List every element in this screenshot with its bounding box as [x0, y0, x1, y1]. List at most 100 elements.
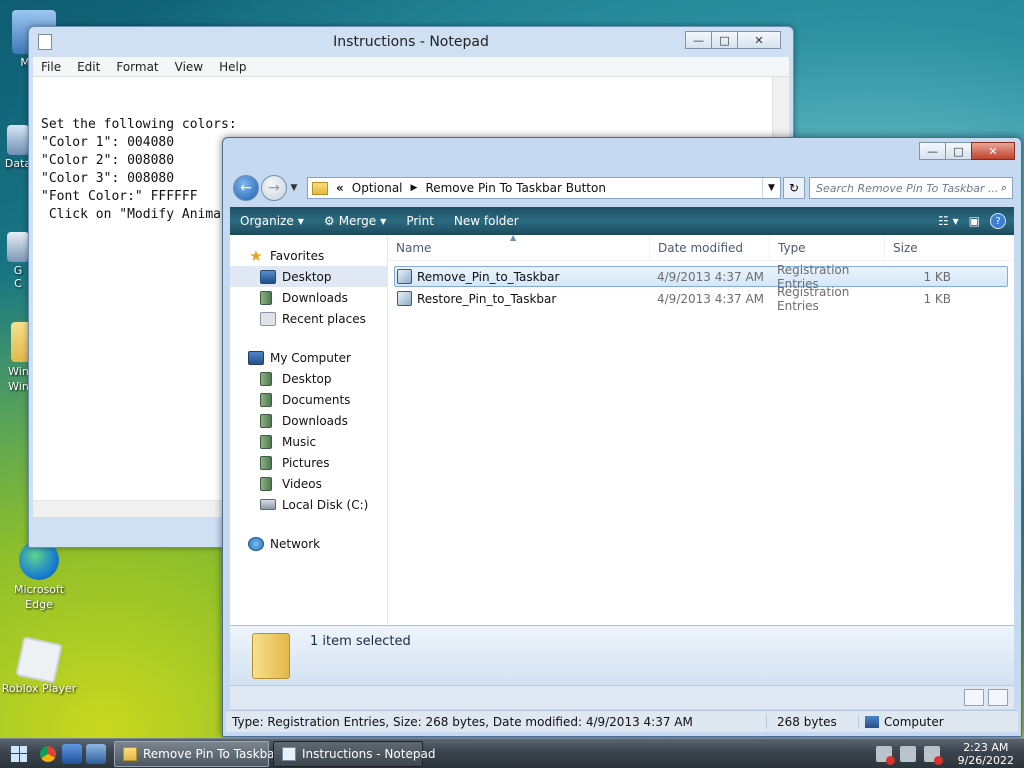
status-file-info: Type: Registration Entries, Size: 268 by…: [232, 714, 693, 729]
windows-logo-icon: [11, 745, 27, 762]
nav-recent-places[interactable]: Recent places: [230, 308, 387, 329]
media-icon[interactable]: [62, 743, 82, 764]
column-size[interactable]: Size: [885, 235, 960, 261]
nav-favorites-desktop[interactable]: Desktop: [230, 266, 387, 287]
nav-favorites-downloads[interactable]: Downloads: [230, 287, 387, 308]
chrome-icon[interactable]: [40, 745, 56, 762]
desktop-icon: [260, 269, 276, 284]
action-center-icon[interactable]: [923, 745, 943, 765]
forward-button[interactable]: →: [261, 175, 287, 201]
menu-view[interactable]: View: [167, 60, 211, 74]
file-list[interactable]: ▲ Name Date modified Type Size Remove_Pin…: [388, 233, 1014, 625]
minimize-button[interactable]: —: [919, 142, 946, 160]
notepad-titlebar[interactable]: Instructions - Notepad — □ ✕: [29, 27, 793, 57]
organize-label: Organize: [240, 214, 294, 228]
star-icon: ★: [249, 246, 263, 265]
organize-button[interactable]: Organize ▼: [230, 214, 314, 228]
shortcut-icon: [7, 232, 29, 262]
taskbar-item-notepad[interactable]: Instructions - Notepad: [273, 740, 435, 767]
address-overflow[interactable]: «: [336, 181, 344, 195]
nav-local-disk[interactable]: Local Disk (C:): [230, 494, 387, 515]
file-row[interactable]: Restore_Pin_to_Taskbar 4/9/2013 4:37 AM …: [394, 285, 1008, 313]
breadcrumb-current[interactable]: Remove Pin To Taskbar Button: [425, 181, 606, 195]
menu-file[interactable]: File: [33, 60, 69, 74]
address-dropdown[interactable]: ▼: [762, 178, 780, 198]
refresh-icon: ↻: [788, 181, 800, 195]
address-bar[interactable]: « Optional ▶ Remove Pin To Taskbar Butto…: [307, 177, 781, 199]
nav-label: Videos: [282, 476, 322, 491]
nav-pictures[interactable]: Pictures: [230, 452, 387, 473]
drive-icon: [260, 499, 276, 510]
nav-label: Desktop: [282, 269, 332, 284]
menu-format[interactable]: Format: [108, 60, 166, 74]
explorer-window[interactable]: — □ ✕ ← → ▼ « Optional ▶ Remove Pin To T…: [222, 137, 1022, 737]
nav-computer-downloads[interactable]: Downloads: [230, 410, 387, 431]
close-button[interactable]: ✕: [737, 31, 781, 49]
column-headers: ▲ Name Date modified Type Size: [388, 233, 1014, 261]
file-row[interactable]: Remove_Pin_to_Taskbar 4/9/2013 4:37 AM R…: [394, 263, 1008, 291]
nav-network[interactable]: Network: [230, 533, 387, 554]
breadcrumb-separator-icon[interactable]: ▶: [411, 183, 418, 193]
registry-file-icon: [397, 291, 412, 306]
show-desktop-icon[interactable]: [86, 743, 106, 764]
nav-favorites[interactable]: ★ Favorites: [230, 245, 387, 266]
desktop-icon-roblox-player[interactable]: Roblox Player: [0, 636, 79, 695]
maximize-button[interactable]: □: [945, 142, 972, 160]
system-tray: 2:23 AM 9/26/2022: [875, 741, 1024, 767]
taskbar-item-label: Remove Pin To Taskbar ...: [143, 746, 295, 761]
print-button[interactable]: Print: [396, 214, 444, 228]
column-date-modified[interactable]: Date modified: [650, 234, 770, 261]
column-name[interactable]: ▲ Name: [388, 233, 650, 261]
volume-muted-icon[interactable]: [875, 745, 895, 765]
taskbar-item-explorer[interactable]: Remove Pin To Taskbar ...: [114, 740, 295, 767]
large-icons-view-button[interactable]: [988, 689, 1008, 706]
file-size: 1 KB: [923, 269, 951, 284]
details-view-button[interactable]: [964, 689, 984, 706]
downloads-icon: [260, 290, 272, 305]
selection-count: 1 item selected: [310, 634, 411, 649]
view-bar: [230, 685, 1014, 709]
merge-button[interactable]: ⚙ Merge ▼: [314, 214, 396, 228]
search-input[interactable]: Search Remove Pin To Taskbar ... ⌕: [809, 177, 1013, 199]
help-icon[interactable]: ?: [990, 213, 1006, 229]
network-icon: [248, 536, 264, 551]
column-label: Type: [778, 240, 806, 255]
recent-pages-dropdown[interactable]: ▼: [287, 183, 301, 193]
navigation-pane[interactable]: ★ Favorites Desktop Downloads Recent plac…: [230, 235, 388, 625]
status-size: 268 bytes: [766, 714, 858, 729]
minimize-button[interactable]: —: [685, 31, 712, 49]
close-button[interactable]: ✕: [971, 142, 1015, 160]
menu-help[interactable]: Help: [211, 60, 254, 74]
downloads-icon: [260, 413, 272, 428]
nav-documents[interactable]: Documents: [230, 389, 387, 410]
back-button[interactable]: ←: [233, 175, 259, 201]
nav-my-computer[interactable]: My Computer: [230, 347, 387, 368]
network-icon[interactable]: [899, 745, 916, 762]
desktop-icon-label: Roblox Player: [1, 682, 77, 695]
explorer-titlebar[interactable]: — □ ✕: [223, 138, 1021, 166]
nav-label: Favorites: [270, 248, 325, 263]
roblox-icon: [15, 636, 63, 684]
search-icon: ⌕: [1000, 181, 1007, 194]
nav-computer-desktop[interactable]: Desktop: [230, 368, 387, 389]
column-type[interactable]: Type: [770, 234, 885, 261]
column-label: Size: [893, 240, 918, 255]
documents-icon: [260, 392, 272, 407]
nav-label: Documents: [282, 392, 351, 407]
nav-videos[interactable]: Videos: [230, 473, 387, 494]
desktop-icon-microsoft-edge[interactable]: Microsoft Edge: [0, 540, 79, 612]
nav-label: Downloads: [282, 290, 348, 305]
breadcrumb-optional[interactable]: Optional: [352, 181, 403, 195]
nav-music[interactable]: Music: [230, 431, 387, 452]
registry-file-icon: [397, 269, 412, 284]
clock[interactable]: 2:23 AM 9/26/2022: [958, 741, 1014, 767]
change-view-button[interactable]: ☷ ▾: [938, 214, 959, 228]
menu-edit[interactable]: Edit: [69, 60, 108, 74]
new-folder-button[interactable]: New folder: [444, 214, 529, 228]
refresh-button[interactable]: ↻: [783, 177, 805, 199]
start-button[interactable]: [0, 739, 38, 768]
maximize-button[interactable]: □: [711, 31, 738, 49]
preview-pane-button[interactable]: ▣: [969, 214, 980, 228]
status-location: Computer: [858, 714, 1018, 729]
notepad-menubar: File Edit Format View Help: [33, 57, 789, 77]
